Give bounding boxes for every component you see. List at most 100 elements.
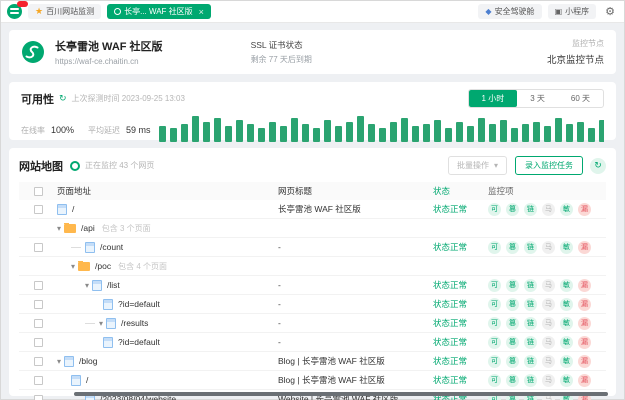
monitor-chip[interactable]: 链: [524, 203, 537, 216]
page-path[interactable]: /results: [121, 318, 148, 328]
settings-gear-icon[interactable]: ⚙: [602, 5, 618, 18]
table-row[interactable]: ▾/results-状态正常可篡链马敏漏: [19, 314, 606, 333]
monitor-chip[interactable]: 敏: [560, 336, 573, 349]
row-checkbox[interactable]: [34, 281, 43, 290]
monitor-chip[interactable]: 可: [488, 317, 501, 330]
monitor-chip[interactable]: 可: [488, 203, 501, 216]
monitor-chip[interactable]: 漏: [578, 241, 591, 254]
monitor-chip[interactable]: 链: [524, 355, 537, 368]
monitor-chip[interactable]: 漏: [578, 374, 591, 387]
monitor-chip[interactable]: 可: [488, 298, 501, 311]
page-path[interactable]: /: [86, 375, 88, 385]
monitor-chip[interactable]: 可: [488, 355, 501, 368]
row-checkbox[interactable]: [34, 395, 43, 400]
page-path[interactable]: /list: [107, 280, 120, 290]
monitor-chip[interactable]: 漏: [578, 203, 591, 216]
row-checkbox[interactable]: [34, 243, 43, 252]
row-checkbox[interactable]: [34, 205, 43, 214]
row-checkbox[interactable]: [34, 338, 43, 347]
monitor-chip[interactable]: 马: [542, 355, 555, 368]
monitor-chip[interactable]: 漏: [578, 336, 591, 349]
monitor-chip[interactable]: 马: [542, 374, 555, 387]
row-checkbox[interactable]: [34, 319, 43, 328]
table-row[interactable]: /count-状态正常可篡链马敏漏: [19, 238, 606, 257]
monitor-chip[interactable]: 敏: [560, 374, 573, 387]
monitor-chip[interactable]: 链: [524, 241, 537, 254]
table-row[interactable]: ▾/api包含 3 个页面: [19, 219, 606, 238]
monitor-chip[interactable]: 漏: [578, 317, 591, 330]
row-checkbox[interactable]: [34, 357, 43, 366]
time-range-option[interactable]: 1 小时: [469, 90, 518, 107]
table-row[interactable]: ▾/blogBlog | 长亭雷池 WAF 社区版状态正常可篡链马敏漏: [19, 352, 606, 371]
monitor-chip[interactable]: 敏: [560, 298, 573, 311]
monitor-chip[interactable]: 漏: [578, 355, 591, 368]
monitor-chip[interactable]: 篡: [506, 374, 519, 387]
page-path[interactable]: /blog: [79, 356, 97, 366]
select-all-checkbox[interactable]: [34, 187, 43, 196]
monitor-chip[interactable]: 可: [488, 279, 501, 292]
monitor-chip[interactable]: 敏: [560, 279, 573, 292]
time-range-option[interactable]: 60 天: [558, 90, 603, 107]
bookmark-site-monitor[interactable]: ★ 百川网站监测: [28, 4, 101, 19]
monitor-chip[interactable]: 篡: [506, 298, 519, 311]
monitor-chip[interactable]: 链: [524, 374, 537, 387]
monitor-chip[interactable]: 可: [488, 374, 501, 387]
monitor-chip[interactable]: 敏: [560, 317, 573, 330]
page-path[interactable]: /: [72, 204, 74, 214]
monitor-chip[interactable]: 马: [542, 241, 555, 254]
monitor-chip[interactable]: 马: [542, 298, 555, 311]
add-monitor-task-button[interactable]: 录入监控任务: [515, 156, 583, 175]
table-row[interactable]: ▾/poc包含 4 个页面: [19, 257, 606, 276]
monitor-chip[interactable]: 链: [524, 279, 537, 292]
monitor-chip[interactable]: 可: [488, 336, 501, 349]
monitor-chip[interactable]: 敏: [560, 241, 573, 254]
refresh-icon[interactable]: ↻: [59, 93, 67, 104]
tree-caret-icon[interactable]: ▾: [57, 224, 61, 233]
monitor-chip[interactable]: 马: [542, 317, 555, 330]
security-cockpit-button[interactable]: ◆ 安全驾驶舱: [478, 4, 541, 19]
monitor-chip[interactable]: 篡: [506, 241, 519, 254]
table-row[interactable]: ?id=default-状态正常可篡链马敏漏: [19, 295, 606, 314]
tree-caret-icon[interactable]: ▾: [85, 281, 89, 290]
table-row[interactable]: ?id=default-状态正常可篡链马敏漏: [19, 333, 606, 352]
tree-caret-icon[interactable]: ▾: [71, 262, 75, 271]
monitor-chip[interactable]: 可: [488, 241, 501, 254]
table-row[interactable]: ▾/list-状态正常可篡链马敏漏: [19, 276, 606, 295]
site-url[interactable]: https://waf-ce.chaitin.cn: [55, 57, 163, 66]
row-checkbox[interactable]: [34, 376, 43, 385]
mini-program-button[interactable]: ▣ 小程序: [548, 4, 597, 19]
uptime-bar: [511, 128, 518, 142]
table-row[interactable]: /Blog | 长亭雷池 WAF 社区版状态正常可篡链马敏漏: [19, 371, 606, 390]
time-range-option[interactable]: 3 天: [517, 90, 558, 107]
row-checkbox[interactable]: [34, 300, 43, 309]
tab-active[interactable]: 长亭... WAF 社区版 ×: [107, 4, 211, 19]
monitor-chip[interactable]: 篡: [506, 355, 519, 368]
monitor-chip[interactable]: 敏: [560, 203, 573, 216]
monitor-chip[interactable]: 篡: [506, 279, 519, 292]
page-path[interactable]: /poc: [95, 261, 111, 271]
tree-caret-icon[interactable]: ▾: [99, 319, 103, 328]
monitor-chip[interactable]: 篡: [506, 317, 519, 330]
monitor-chip[interactable]: 链: [524, 336, 537, 349]
page-path[interactable]: ?id=default: [118, 299, 160, 309]
app-logo-icon[interactable]: [7, 4, 22, 19]
monitor-chip[interactable]: 链: [524, 298, 537, 311]
table-row[interactable]: /长亭雷池 WAF 社区版状态正常可篡链马敏漏: [19, 200, 606, 219]
monitor-chip[interactable]: 篡: [506, 203, 519, 216]
monitor-chip[interactable]: 马: [542, 279, 555, 292]
horizontal-scrollbar[interactable]: [74, 392, 608, 396]
tab-close-icon[interactable]: ×: [199, 7, 204, 17]
monitor-chip[interactable]: 漏: [578, 298, 591, 311]
monitor-chip[interactable]: 敏: [560, 355, 573, 368]
monitor-chip[interactable]: 马: [542, 203, 555, 216]
monitor-chip[interactable]: 漏: [578, 279, 591, 292]
page-path[interactable]: /count: [100, 242, 123, 252]
monitor-chip[interactable]: 链: [524, 317, 537, 330]
bulk-action-dropdown[interactable]: 批量操作 ▾: [448, 156, 507, 175]
tree-caret-icon[interactable]: ▾: [57, 357, 61, 366]
page-path[interactable]: ?id=default: [118, 337, 160, 347]
page-path[interactable]: /api: [81, 223, 95, 233]
monitor-chip[interactable]: 马: [542, 336, 555, 349]
refresh-table-button[interactable]: ↻: [590, 158, 606, 174]
monitor-chip[interactable]: 篡: [506, 336, 519, 349]
